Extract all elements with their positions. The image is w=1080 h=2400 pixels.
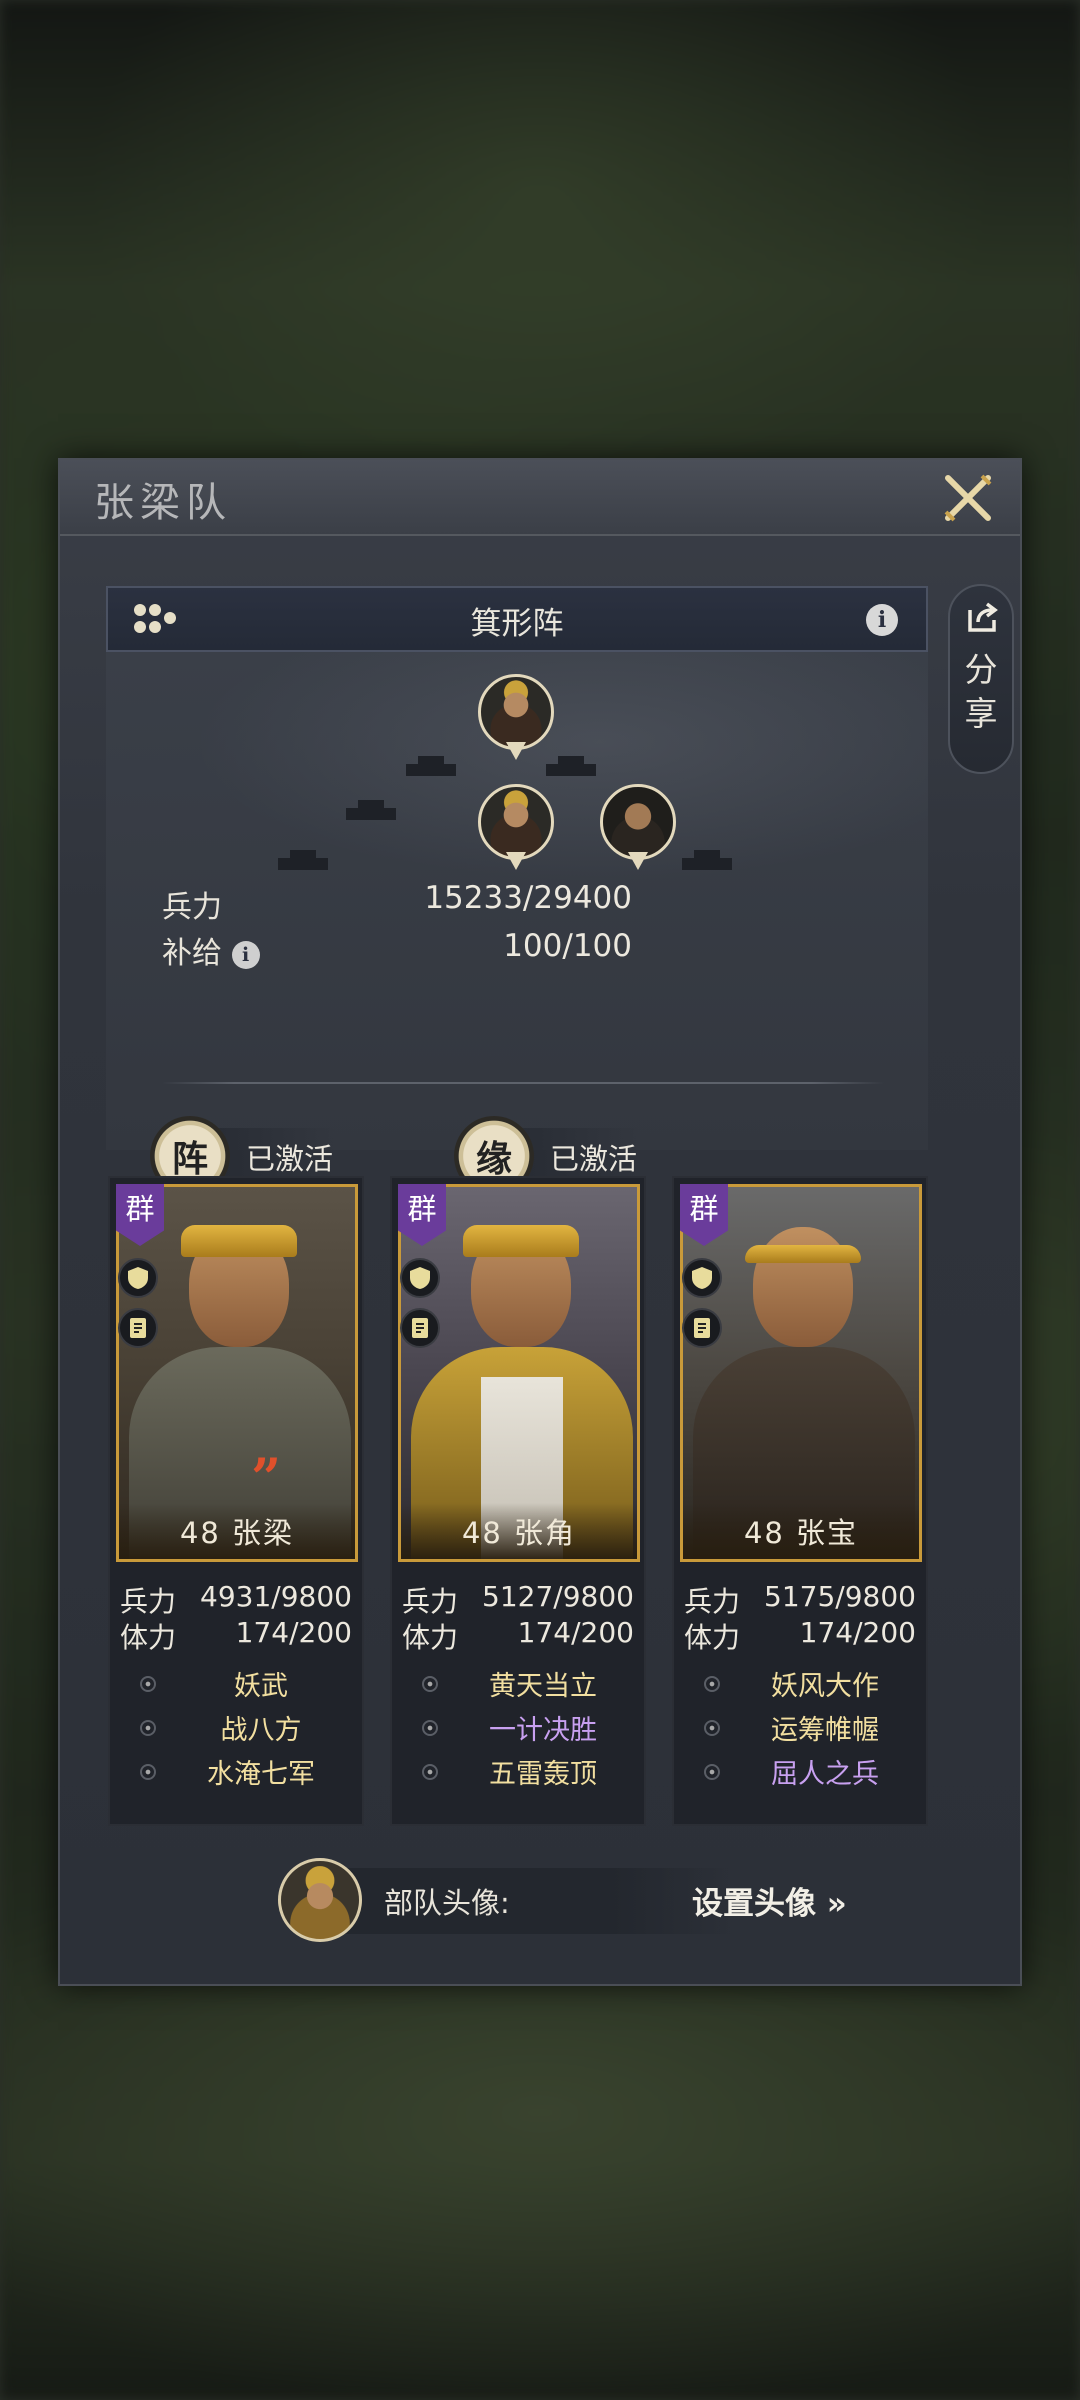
formation-bonus-status: 已激活	[246, 1142, 334, 1176]
bond-bonus-status: 已激活	[550, 1142, 638, 1176]
share-button[interactable]: 分 享	[948, 584, 1014, 774]
formation-slot	[278, 850, 328, 874]
hero-card-zhangjiao[interactable]: 48 张角 群 兵力 5127/9800 体力 174/200 黄天当立 一计决胜 …	[390, 1176, 646, 1826]
shield-icon	[400, 1258, 440, 1298]
formation-name: 箕形阵	[470, 606, 564, 642]
hero-stamina: 174/200	[517, 1616, 634, 1649]
hero-troops: 5175/9800	[764, 1580, 916, 1613]
hero-stamina-row: 体力 174/200	[120, 1616, 352, 1654]
hero-avatar	[600, 784, 676, 860]
awakening-mark-icon: ”	[251, 1448, 281, 1509]
formation-slot	[682, 850, 732, 874]
troops-value: 15233/29400	[424, 880, 632, 916]
skill-name: 妖风大作	[771, 1671, 879, 1702]
skill-item[interactable]: 五雷轰顶	[402, 1752, 634, 1796]
hero-troops-row: 兵力 4931/9800	[120, 1580, 352, 1618]
hero-stamina-row: 体力 174/200	[684, 1616, 916, 1654]
hero-avatar	[478, 784, 554, 860]
hero-card-zhangliang[interactable]: ” 48 张梁 群 兵力 4931/9800 体力 174/200 妖武 战八方 水…	[108, 1176, 364, 1826]
squad-avatar-label: 部队头像:	[384, 1886, 510, 1920]
hero-portrait: ” 48 张梁	[116, 1184, 358, 1562]
formation-slot	[346, 800, 396, 824]
share-label: 分 享	[964, 650, 998, 733]
skill-item[interactable]: 妖武	[120, 1664, 352, 1708]
info-icon[interactable]: i	[866, 604, 898, 636]
supply-label: 补给	[162, 936, 222, 971]
hero-level-name: 48 张梁	[119, 1503, 355, 1559]
formation-area: 兵力 15233/29400 补给 i 100/100 阵 已激活 缘 已激活	[106, 652, 928, 1196]
supply-label-row: 补给 i	[162, 928, 260, 972]
squad-title: 张梁队	[94, 480, 232, 526]
hero-portrait: 48 张宝	[680, 1184, 922, 1562]
hero-troops-row: 兵力 5127/9800	[402, 1580, 634, 1618]
set-avatar-button[interactable]: 设置头像 »	[692, 1878, 847, 1923]
skill-name: 屈人之兵	[771, 1759, 879, 1790]
hero-troops: 4931/9800	[200, 1580, 352, 1613]
divider	[162, 1082, 884, 1084]
share-icon	[968, 602, 998, 632]
hero-stamina-row: 体力 174/200	[402, 1616, 634, 1654]
skill-item[interactable]: 战八方	[120, 1708, 352, 1752]
hero-portrait: 48 张角	[398, 1184, 640, 1562]
squad-avatar-row: 部队头像: 设置头像 »	[278, 1858, 847, 1942]
close-button[interactable]	[940, 470, 996, 526]
skill-name: 五雷轰顶	[489, 1759, 597, 1790]
hero-level-name: 48 张宝	[683, 1503, 919, 1559]
skill-name: 水淹七军	[207, 1759, 315, 1790]
shield-icon	[118, 1258, 158, 1298]
info-icon[interactable]: i	[231, 940, 260, 969]
troops-label: 兵力	[162, 890, 222, 925]
hero-troops: 5127/9800	[482, 1580, 634, 1613]
skill-name: 运筹帷幄	[771, 1715, 879, 1746]
scroll-icon	[400, 1308, 440, 1348]
formation-header[interactable]: 箕形阵 i	[106, 586, 928, 652]
scroll-icon	[118, 1308, 158, 1348]
skill-item[interactable]: 运筹帷幄	[684, 1708, 916, 1752]
panel-header: 张梁队	[60, 460, 1020, 536]
formation-hero-pin-zhangbao[interactable]	[600, 784, 676, 872]
hero-avatar	[478, 674, 554, 750]
shield-icon	[682, 1258, 722, 1298]
squad-panel: 张梁队 箕形阵 i 兵力 15233/29400 补给 i 100/100 阵 …	[58, 458, 1022, 1986]
hero-card-zhangbao[interactable]: 48 张宝 群 兵力 5175/9800 体力 174/200 妖风大作 运筹帷幄 …	[672, 1176, 928, 1826]
squad-avatar	[278, 1858, 362, 1942]
skill-item[interactable]: 屈人之兵	[684, 1752, 916, 1796]
skill-name: 黄天当立	[489, 1671, 597, 1702]
skill-item[interactable]: 一计决胜	[402, 1708, 634, 1752]
skill-item[interactable]: 黄天当立	[402, 1664, 634, 1708]
scroll-icon	[682, 1308, 722, 1348]
skill-name: 一计决胜	[489, 1715, 597, 1746]
skill-item[interactable]: 水淹七军	[120, 1752, 352, 1796]
hero-stamina: 174/200	[799, 1616, 916, 1649]
close-cross-icon	[944, 474, 992, 522]
formation-slot	[406, 756, 456, 780]
skill-item[interactable]: 妖风大作	[684, 1664, 916, 1708]
hero-stamina: 174/200	[235, 1616, 352, 1649]
supply-value: 100/100	[503, 928, 632, 964]
formation-hero-pin-zhangjiao[interactable]	[478, 784, 554, 872]
formation-hero-pin-zhangliang[interactable]	[478, 674, 554, 762]
hero-troops-row: 兵力 5175/9800	[684, 1580, 916, 1618]
skill-name: 妖武	[234, 1671, 288, 1702]
skill-name: 战八方	[220, 1715, 302, 1746]
hero-level-name: 48 张角	[401, 1503, 637, 1559]
